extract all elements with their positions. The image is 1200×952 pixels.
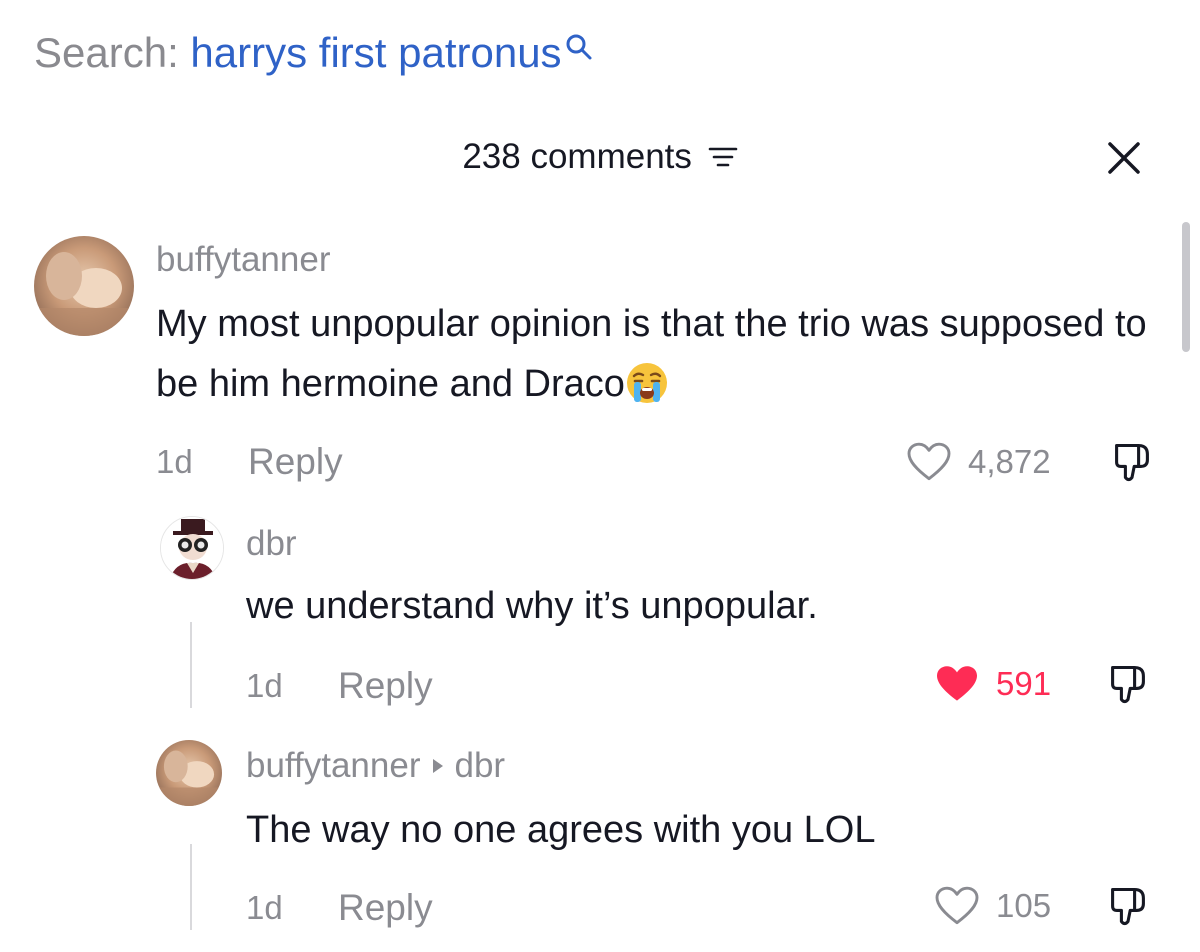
- dislike-icon[interactable]: [1106, 884, 1150, 928]
- search-query[interactable]: harrys first patronus: [190, 29, 561, 76]
- dislike-icon[interactable]: [1106, 662, 1150, 706]
- avatar[interactable]: [156, 740, 222, 806]
- heart-outline-icon[interactable]: [934, 886, 980, 926]
- avatar[interactable]: [34, 236, 134, 336]
- reply-text: The way no one agrees with you LOL: [246, 809, 876, 851]
- reply-time: 1d: [246, 889, 283, 926]
- like-count: 4,872: [968, 443, 1051, 480]
- comment-time: 1d: [156, 443, 193, 480]
- search-icon[interactable]: [564, 32, 594, 62]
- reply-username[interactable]: dbr: [246, 522, 297, 566]
- reply-to-arrow-icon: [432, 758, 443, 773]
- reply-button[interactable]: Reply: [338, 664, 433, 708]
- search-bar[interactable]: Search: harrys first patronus: [34, 26, 594, 80]
- heart-filled-icon[interactable]: [934, 664, 980, 704]
- comment-text: My most unpopular opinion is that the tr…: [156, 294, 1166, 414]
- comments-screen: Search: harrys first patronus 238 commen…: [0, 0, 1200, 952]
- like-count: 105: [996, 887, 1052, 924]
- close-icon[interactable]: [1104, 138, 1144, 178]
- search-prefix: Search:: [34, 29, 179, 76]
- thread-line: [190, 622, 192, 708]
- thread-line: [190, 844, 192, 930]
- reply-username[interactable]: buffytanner: [246, 746, 421, 785]
- reply-time: 1d: [246, 667, 283, 704]
- scrollbar[interactable]: [1182, 222, 1190, 352]
- reply-button[interactable]: Reply: [248, 440, 343, 484]
- avatar[interactable]: [160, 516, 224, 580]
- reply-text: we understand why it’s unpopular.: [246, 585, 818, 627]
- like-count: 591: [996, 665, 1052, 702]
- comment-username[interactable]: buffytanner: [156, 238, 331, 282]
- heart-outline-icon[interactable]: [906, 442, 952, 482]
- comments-header: 238 comments: [0, 134, 1200, 180]
- dislike-icon[interactable]: [1110, 440, 1154, 484]
- filter-icon[interactable]: [708, 145, 738, 169]
- reply-button[interactable]: Reply: [338, 886, 433, 930]
- comment-count: 238 comments: [462, 137, 692, 176]
- reply-to-username[interactable]: dbr: [455, 746, 506, 785]
- loudly-crying-face-emoji: [626, 362, 667, 403]
- reply-username-row: buffytanner dbr: [246, 744, 505, 788]
